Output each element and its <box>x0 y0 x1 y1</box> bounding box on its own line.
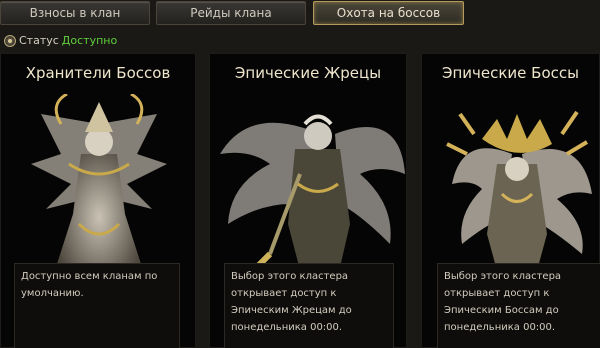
card-title: Хранители Боссов <box>25 64 171 82</box>
status-line: Статус Доступно <box>4 33 117 49</box>
card-boss-guardians[interactable]: Хранители Боссов Доступно всем кланам по… <box>0 53 196 348</box>
card-epic-priests[interactable]: Эпические Жрецы Выбор этого кластера отк… <box>209 53 407 348</box>
status-label: Статус <box>19 34 59 47</box>
card-title: Эпические Жрецы <box>234 64 382 82</box>
tab-clan-contributions[interactable]: Взносы в клан <box>0 1 150 25</box>
status-value: Доступно <box>61 34 118 47</box>
card-description: Доступно всем кланам по умолчанию. <box>14 263 180 348</box>
tab-clan-raids[interactable]: Рейды клана <box>156 1 306 25</box>
status-icon <box>4 35 16 47</box>
card-description: Выбор этого кластера открывает доступ к … <box>224 263 394 348</box>
card-description: Выбор этого кластера открывает доступ к … <box>437 263 600 348</box>
card-title: Эпические Боссы <box>442 64 579 82</box>
card-epic-bosses[interactable]: Эпические Боссы Выбор этого кластера отк… <box>421 53 600 348</box>
tab-bar: Взносы в клан Рейды клана Охота на боссо… <box>0 0 600 28</box>
tab-boss-hunt[interactable]: Охота на боссов <box>313 1 464 25</box>
